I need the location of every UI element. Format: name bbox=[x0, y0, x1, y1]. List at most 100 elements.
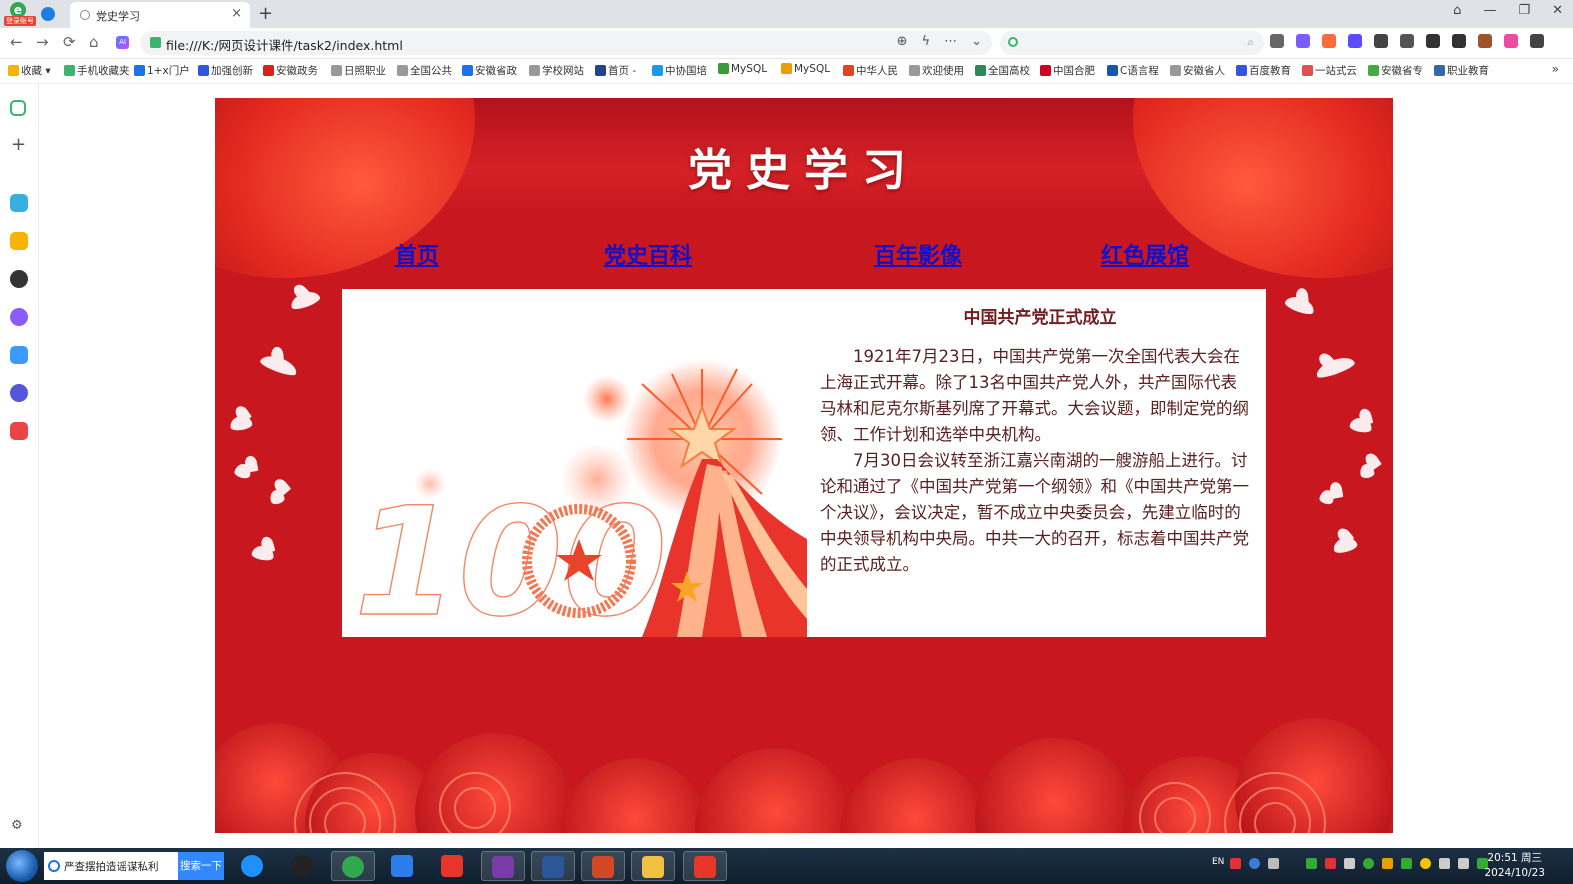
tray-icon[interactable] bbox=[1382, 858, 1393, 869]
taskbar-word-icon[interactable] bbox=[531, 851, 575, 881]
chevron-down-icon[interactable]: ⌄ bbox=[971, 34, 982, 49]
bookmark-item[interactable]: 中国合肥 bbox=[1040, 63, 1095, 78]
nav-home-link[interactable]: 首页 bbox=[395, 238, 439, 270]
game-icon[interactable] bbox=[1322, 34, 1336, 48]
zoom-icon[interactable]: ⊕ bbox=[897, 34, 908, 49]
bookmark-item[interactable]: 职业教育 bbox=[1434, 63, 1489, 78]
taskbar-powerpoint-icon[interactable] bbox=[581, 851, 625, 881]
bookmark-item[interactable]: 欢迎使用 bbox=[909, 63, 964, 78]
bookmark-item[interactable]: 学校网站 bbox=[529, 63, 584, 78]
restore-button[interactable]: ❐ bbox=[1518, 3, 1530, 18]
minimize-button[interactable]: — bbox=[1483, 3, 1496, 18]
url-text[interactable]: file:///K:/网页设计课件/task2/index.html bbox=[166, 35, 403, 54]
bookmark-item[interactable]: MySQL bbox=[718, 63, 767, 75]
taskbar-ie-icon[interactable] bbox=[231, 851, 275, 881]
bookmark-item[interactable]: 安徽省专 bbox=[1368, 63, 1423, 78]
nav-century-images-link[interactable]: 百年影像 bbox=[874, 238, 962, 270]
taskbar-qq-icon[interactable] bbox=[281, 851, 325, 881]
tab-active[interactable]: 党史学习 × bbox=[70, 2, 250, 28]
sidebar-bot-icon[interactable] bbox=[10, 384, 28, 402]
bookmark-item[interactable]: 中协国培 bbox=[652, 63, 707, 78]
close-window-button[interactable]: ✕ bbox=[1552, 3, 1563, 18]
extensions-icon[interactable] bbox=[1400, 34, 1414, 48]
tray-icon[interactable] bbox=[1344, 858, 1355, 869]
bookmark-item[interactable]: 安徽省人 bbox=[1170, 63, 1225, 78]
tray-icon[interactable] bbox=[1325, 858, 1336, 869]
sidebar-ai-assistant-icon[interactable] bbox=[10, 346, 28, 364]
taskbar-winrar-icon[interactable] bbox=[481, 851, 525, 881]
bookmark-item[interactable]: 中华人民 bbox=[843, 63, 898, 78]
sidebar-app-icon[interactable] bbox=[10, 194, 28, 212]
new-tab-button[interactable]: + bbox=[258, 3, 273, 24]
bookmark-item[interactable]: 全国高校 bbox=[975, 63, 1030, 78]
sidebar-home-icon[interactable] bbox=[10, 100, 26, 116]
reload-icon[interactable]: ⟳ bbox=[63, 33, 76, 51]
menu-icon[interactable] bbox=[1530, 34, 1544, 48]
sidebar-settings-icon[interactable]: ⚙ bbox=[11, 818, 23, 833]
skin-icon[interactable]: ⌂ bbox=[1453, 3, 1461, 18]
sidebar-ai-icon[interactable] bbox=[10, 308, 28, 326]
tab-close-icon[interactable]: × bbox=[231, 6, 242, 21]
sidebar-favorites-icon[interactable] bbox=[10, 232, 28, 250]
taskbar-wps-office-icon[interactable] bbox=[683, 851, 727, 881]
taskbar-search-button[interactable]: 搜索一下 bbox=[178, 852, 224, 880]
pinned-tab-icon[interactable] bbox=[41, 7, 55, 21]
cut-icon[interactable] bbox=[1270, 34, 1284, 48]
bookmark-item[interactable]: 首页 - bbox=[595, 63, 636, 78]
login-badge[interactable]: 登录账号 bbox=[4, 16, 36, 26]
tray-icon[interactable] bbox=[1230, 858, 1241, 869]
bookmark-item[interactable]: MySQL bbox=[781, 63, 830, 75]
bookmark-item[interactable]: 日照职业 bbox=[331, 63, 386, 78]
language-indicator[interactable]: EN bbox=[1212, 857, 1224, 867]
taskbar-explorer-icon[interactable] bbox=[631, 851, 675, 881]
bookmark-item[interactable]: C语言程 bbox=[1107, 63, 1159, 78]
browser-logo[interactable]: e 登录账号 bbox=[4, 2, 36, 26]
taskbar-wps-icon[interactable] bbox=[431, 851, 475, 881]
tray-icon[interactable] bbox=[1363, 858, 1374, 869]
taskbar-search-box[interactable]: 严查摆拍造谣谋私利 bbox=[44, 852, 178, 880]
back-icon[interactable]: ← bbox=[10, 33, 23, 51]
system-clock[interactable]: 20:51 周三 2024/10/23 bbox=[1484, 851, 1545, 881]
ai-assistant-icon[interactable]: AI bbox=[116, 36, 129, 49]
sidebar-chat-icon[interactable] bbox=[10, 270, 28, 288]
profile-icon[interactable] bbox=[1504, 34, 1518, 48]
taskbar-browser-icon[interactable] bbox=[331, 851, 375, 881]
tray-icon[interactable] bbox=[1420, 858, 1431, 869]
bookmark-item[interactable]: 百度教育 bbox=[1236, 63, 1291, 78]
more-icon[interactable]: ⋯ bbox=[944, 34, 957, 49]
tray-icon[interactable] bbox=[1268, 858, 1279, 869]
download-icon[interactable] bbox=[1426, 34, 1440, 48]
search-box[interactable]: ⌕ bbox=[1000, 31, 1264, 55]
forward-icon[interactable]: → bbox=[36, 33, 49, 51]
bookmarks-more-icon[interactable]: » bbox=[1552, 62, 1559, 76]
sidebar-game-icon[interactable] bbox=[10, 422, 28, 440]
bookmark-item[interactable]: 安徽省政 bbox=[462, 63, 517, 78]
network-icon[interactable] bbox=[1458, 858, 1469, 869]
bookmark-item[interactable]: 手机收藏夹 bbox=[64, 63, 130, 78]
bookmark-item[interactable]: 全国公共 bbox=[397, 63, 452, 78]
taskbar-app-icon[interactable] bbox=[381, 851, 425, 881]
screenshot-icon[interactable] bbox=[1374, 34, 1388, 48]
undo-icon[interactable] bbox=[1452, 34, 1466, 48]
home-icon[interactable]: ⌂ bbox=[89, 33, 99, 51]
start-button[interactable] bbox=[6, 850, 38, 882]
bookmark-item[interactable]: 加强创新 bbox=[198, 63, 253, 78]
search-icon[interactable]: ⌕ bbox=[1247, 35, 1254, 50]
bookmark-item[interactable]: 安徽政务 bbox=[263, 63, 318, 78]
nav-party-history-link[interactable]: 党史百科 bbox=[604, 238, 692, 270]
volume-icon[interactable] bbox=[1439, 858, 1450, 869]
bookmark-item[interactable]: 收藏 ▾ bbox=[8, 63, 51, 78]
url-bar[interactable]: file:///K:/网页设计课件/task2/index.html ⊕ ϟ ⋯… bbox=[140, 31, 992, 55]
shield-icon[interactable] bbox=[1401, 858, 1412, 869]
eye-icon[interactable] bbox=[1348, 34, 1362, 48]
translate-icon[interactable] bbox=[1296, 34, 1310, 48]
battery-icon[interactable] bbox=[1306, 858, 1317, 869]
bookmark-item[interactable]: 一站式云 bbox=[1302, 63, 1357, 78]
nav-red-museum-link[interactable]: 红色展馆 bbox=[1101, 238, 1189, 270]
help-icon[interactable] bbox=[1249, 858, 1260, 869]
bookmark-item[interactable]: 1+x门户 bbox=[134, 63, 190, 78]
taskbar-search-text[interactable]: 严查摆拍造谣谋私利 bbox=[64, 859, 159, 874]
sidebar-add-icon[interactable]: + bbox=[11, 134, 26, 155]
briefcase-icon[interactable] bbox=[1478, 34, 1492, 48]
lightning-icon[interactable]: ϟ bbox=[922, 34, 931, 49]
